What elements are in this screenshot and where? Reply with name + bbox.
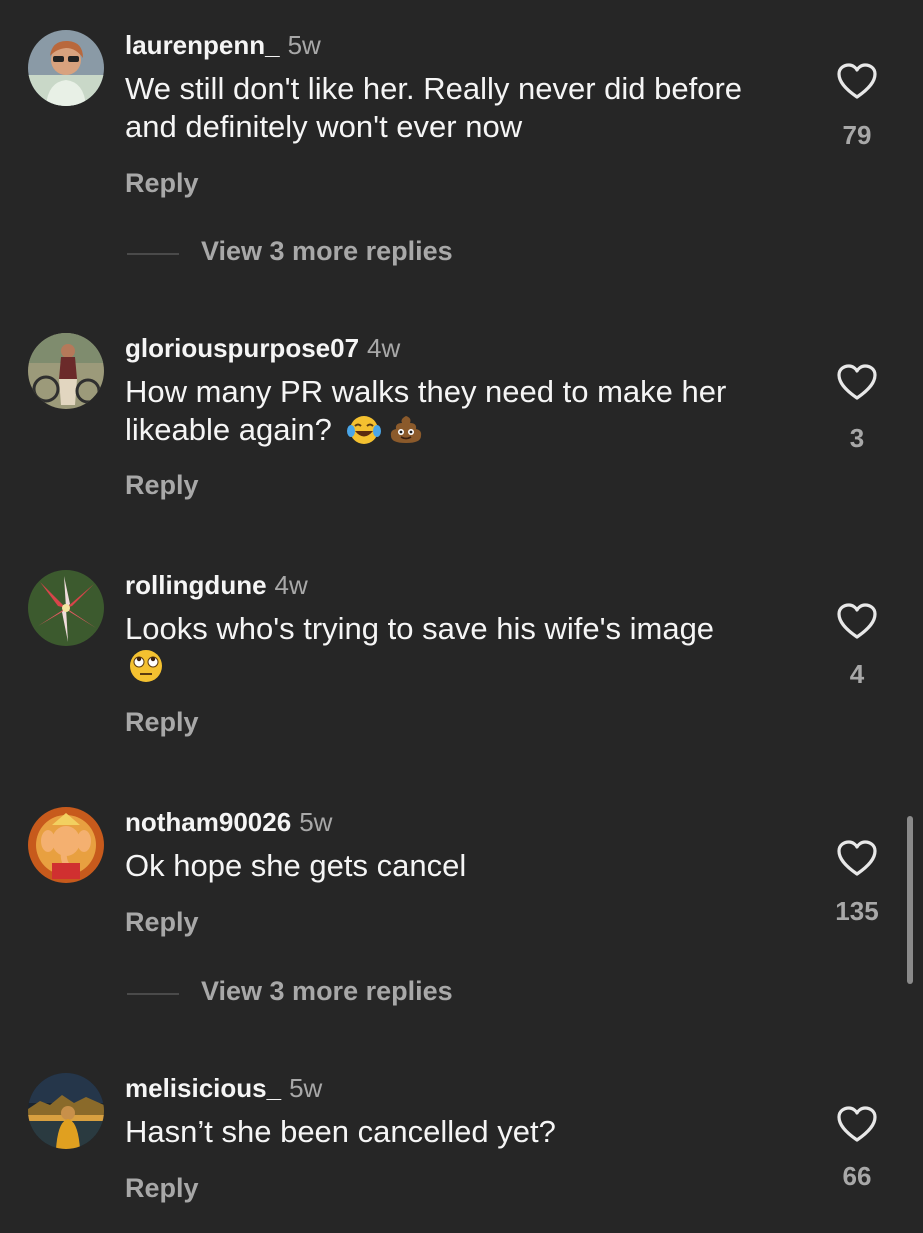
heart-outline-icon: [837, 1106, 877, 1142]
comment-body: Hasn’t she been cancelled yet?: [125, 1114, 556, 1149]
eye-roll-emoji-icon: [127, 648, 165, 693]
timestamp: 5w: [287, 30, 321, 60]
comment-text: Ok hope she gets cancel: [125, 847, 795, 885]
view-more-replies-label: View 3 more replies: [201, 236, 453, 266]
comment-body: Looks who's trying to save his wife's im…: [125, 611, 715, 646]
comment-meta: laurenpenn_ 5w: [125, 30, 321, 60]
like-count: 4: [849, 659, 865, 689]
heart-outline-icon: [837, 364, 877, 400]
avatar[interactable]: [28, 807, 104, 883]
reply-button[interactable]: Reply: [125, 1173, 199, 1204]
username[interactable]: laurenpenn_: [125, 30, 280, 60]
comment-meta: melisicious_ 5w: [125, 1073, 322, 1103]
heart-outline-icon: [837, 63, 877, 99]
divider-line: [127, 253, 179, 255]
comment-meta: rollingdune 4w: [125, 570, 308, 600]
like-button[interactable]: [836, 1105, 878, 1143]
scrollbar[interactable]: [907, 816, 913, 984]
comment-text: Hasn’t she been cancelled yet?: [125, 1113, 795, 1151]
like-button[interactable]: [836, 363, 878, 401]
username[interactable]: gloriouspurpose07: [125, 333, 359, 363]
avatar[interactable]: [28, 1073, 104, 1149]
like-count: 135: [835, 896, 879, 926]
comment-meta: notham90026 5w: [125, 807, 332, 837]
comment-meta: gloriouspurpose07 4w: [125, 333, 400, 363]
avatar[interactable]: [28, 570, 104, 646]
heart-outline-icon: [837, 840, 877, 876]
like-button[interactable]: [836, 839, 878, 877]
like-count: 79: [842, 120, 872, 150]
comment-body: Ok hope she gets cancel: [125, 848, 467, 883]
comment-body: We still don't like her. Really never di…: [125, 71, 743, 144]
like-count: 66: [842, 1161, 872, 1191]
reply-button[interactable]: Reply: [125, 907, 199, 938]
avatar[interactable]: [28, 333, 104, 409]
timestamp: 4w: [367, 333, 401, 363]
comment-text: We still don't like her. Really never di…: [125, 70, 795, 146]
timestamp: 5w: [289, 1073, 323, 1103]
laughing-tears-emoji-icon: [346, 414, 382, 455]
like-count: 3: [849, 423, 865, 453]
divider-line: [127, 993, 179, 995]
view-more-replies-label: View 3 more replies: [201, 976, 453, 1006]
reply-button[interactable]: Reply: [125, 470, 199, 501]
like-button[interactable]: [836, 602, 878, 640]
username[interactable]: melisicious_: [125, 1073, 281, 1103]
comment-text: How many PR walks they need to make her …: [125, 373, 795, 455]
poop-emoji-icon: [388, 414, 424, 455]
timestamp: 5w: [299, 807, 333, 837]
reply-button[interactable]: Reply: [125, 168, 199, 199]
username[interactable]: rollingdune: [125, 570, 267, 600]
avatar[interactable]: [28, 30, 104, 106]
timestamp: 4w: [274, 570, 308, 600]
reply-button[interactable]: Reply: [125, 707, 199, 738]
heart-outline-icon: [837, 603, 877, 639]
like-button[interactable]: [836, 62, 878, 100]
comment-text: Looks who's trying to save his wife's im…: [125, 610, 795, 693]
comment-body: How many PR walks they need to make her …: [125, 374, 727, 447]
username[interactable]: notham90026: [125, 807, 291, 837]
